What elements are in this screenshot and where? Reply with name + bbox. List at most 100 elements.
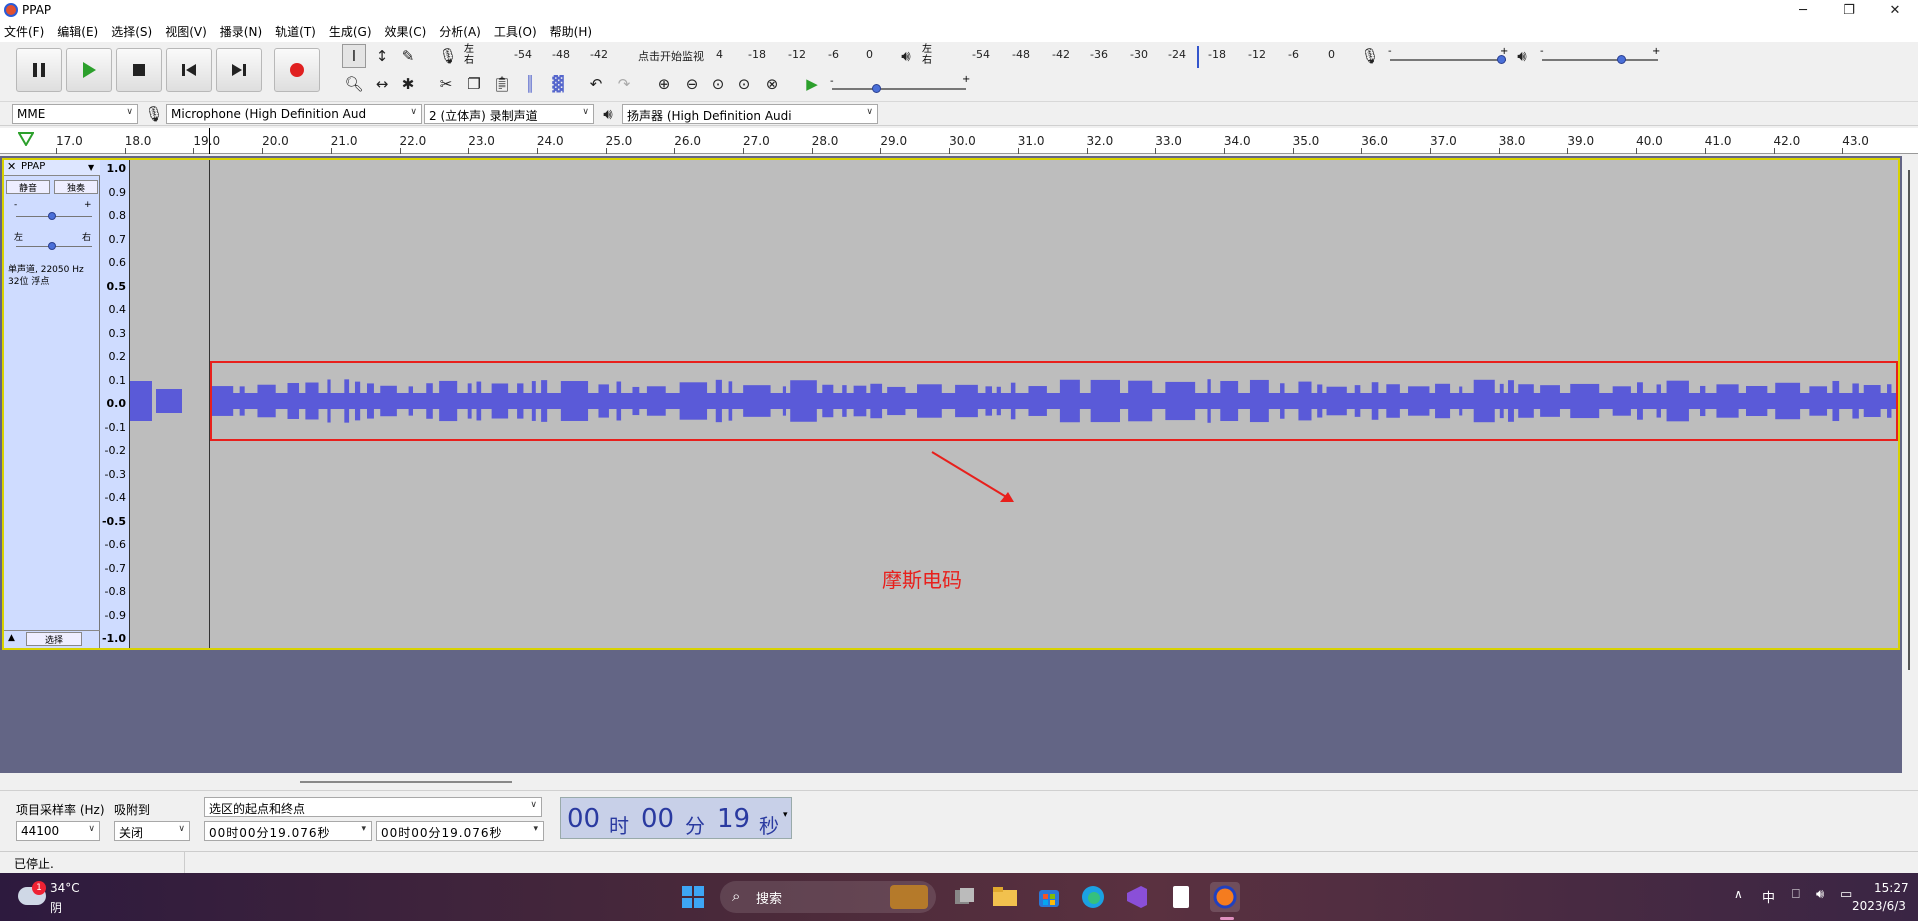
zoom-in-icon[interactable]: ⊕	[652, 72, 676, 96]
task-view-icon[interactable]	[950, 882, 980, 912]
battery-icon[interactable]: ▭	[1840, 887, 1852, 902]
project-rate-select[interactable]: 44100 ∨	[16, 821, 100, 841]
paste-icon[interactable]: 📋︎	[490, 72, 514, 96]
skip-start-button[interactable]	[166, 48, 212, 92]
recording-device-select[interactable]: Microphone (High Definition Aud ∨	[166, 104, 422, 124]
close-icon[interactable]: ✕	[1872, 0, 1918, 20]
time-format-chevron-icon[interactable]: ▾	[783, 810, 788, 820]
snap-to-select[interactable]: 关闭 ∨	[114, 821, 190, 841]
envelope-tool-icon[interactable]: ↕	[370, 44, 394, 68]
pause-button[interactable]	[16, 48, 62, 92]
audio-position-display[interactable]: 00 时 00 分 19 秒 ▾	[560, 797, 792, 839]
mixer-mic-icon: 🎙︎	[1360, 47, 1380, 65]
track-name[interactable]: PPAP	[21, 161, 45, 172]
ime-indicator[interactable]: 中	[1762, 887, 1775, 906]
stop-button[interactable]	[116, 48, 162, 92]
clock-time[interactable]: 15:27	[1874, 881, 1909, 895]
mute-button[interactable]: 静音	[6, 180, 50, 194]
weather-temp[interactable]: 34°C	[50, 881, 80, 895]
file-explorer-icon[interactable]	[990, 882, 1020, 912]
redo-icon[interactable]: ↷	[612, 72, 636, 96]
solo-button[interactable]: 独奏	[54, 180, 98, 194]
microphone-icon[interactable]: 🎙︎	[436, 44, 460, 68]
track-close-icon[interactable]: ✕	[7, 160, 16, 173]
track-area[interactable]: ✕ PPAP ▼ 静音 独奏 - + 左 右 单声道, 22050 Hz 32位…	[0, 156, 1902, 783]
fit-selection-icon[interactable]: ⊙	[706, 72, 730, 96]
play-volume-knob[interactable]	[1617, 55, 1626, 64]
timeshift-tool-icon[interactable]: ↔	[370, 72, 394, 96]
audio-host-select[interactable]: MME ∨	[12, 104, 138, 124]
play-button[interactable]	[66, 48, 112, 92]
restore-icon[interactable]: ❐	[1826, 0, 1872, 20]
cut-icon[interactable]: ✂	[434, 72, 458, 96]
weather-desc[interactable]: 阴	[50, 899, 62, 916]
selection-start-time[interactable]: 00时00分19.076秒 ▾	[204, 821, 372, 841]
notepad-icon[interactable]	[1166, 882, 1196, 912]
multi-tool-icon[interactable]: ✱	[396, 72, 420, 96]
ruler-tick-label: 35.0	[1292, 134, 1320, 148]
taskbar-search[interactable]: ⌕ 搜索	[720, 881, 936, 913]
track-header[interactable]: ✕ PPAP ▼	[4, 160, 100, 176]
play-at-speed-icon[interactable]: ▶	[800, 72, 824, 96]
vertical-scrollbar-thumb[interactable]	[1908, 170, 1910, 670]
selection-end-time[interactable]: 00时00分19.076秒 ▾	[376, 821, 544, 841]
play-meter-scale[interactable]: -54 -48 -42 -36 -30 -24 -18 -12 -6 0	[936, 48, 1336, 64]
highlight-box	[210, 361, 1898, 441]
horizontal-scrollbar[interactable]	[300, 781, 512, 783]
network-icon[interactable]: ⎕	[1792, 887, 1800, 902]
store-icon[interactable]	[1034, 882, 1064, 912]
recording-channels-select[interactable]: 2 (立体声) 录制声道 ∨	[424, 104, 594, 124]
draw-tool-icon[interactable]: ✎	[396, 44, 420, 68]
volume-icon[interactable]: 🔊︎	[1816, 887, 1824, 902]
fit-project-icon[interactable]: ⊙	[732, 72, 756, 96]
rec-volume-slider[interactable]	[1390, 59, 1506, 61]
pan-knob[interactable]	[48, 242, 56, 250]
record-button[interactable]	[274, 48, 320, 92]
copy-icon[interactable]: ❐	[462, 72, 486, 96]
windows-start-icon[interactable]	[678, 882, 708, 912]
gain-knob[interactable]	[48, 212, 56, 220]
menu-view[interactable]: 视图(V)	[165, 23, 207, 40]
undo-icon[interactable]: ↶	[584, 72, 608, 96]
track-menu-chevron-icon[interactable]: ▼	[88, 163, 94, 172]
play-speed-knob[interactable]	[872, 84, 881, 93]
tray-overflow-icon[interactable]: ∧	[1734, 887, 1743, 901]
vertical-scrollbar[interactable]	[1902, 156, 1918, 773]
menu-help[interactable]: 帮助(H)	[550, 23, 592, 40]
zoom-toggle-icon[interactable]: ⊗	[760, 72, 784, 96]
ruler-tick-mark	[1086, 148, 1088, 154]
menu-select[interactable]: 选择(S)	[111, 23, 152, 40]
speaker-icon[interactable]: 🔊︎	[894, 44, 918, 68]
audacity-taskbar-icon[interactable]	[1210, 882, 1240, 912]
menu-tools[interactable]: 工具(O)	[494, 23, 537, 40]
select-track-button[interactable]: 选择	[26, 632, 82, 646]
rec-volume-knob[interactable]	[1497, 55, 1506, 64]
play-volume-slider[interactable]	[1542, 59, 1658, 61]
collapse-icon[interactable]: ▲	[8, 633, 15, 643]
timeline-ruler[interactable]: 17.0 18.0 19.0 20.0 21.0 22.0 23.0 24.0 25.0 26.0…	[0, 128, 1918, 154]
skip-end-button[interactable]	[216, 48, 262, 92]
menu-file[interactable]: 文件(F)	[4, 23, 44, 40]
menu-transport[interactable]: 播录(N)	[220, 23, 262, 40]
menu-tracks[interactable]: 轨道(T)	[275, 23, 316, 40]
menu-effect[interactable]: 效果(C)	[385, 23, 427, 40]
trim-icon[interactable]: ║	[518, 72, 542, 96]
menu-analyze[interactable]: 分析(A)	[439, 23, 481, 40]
minimize-icon[interactable]: ─	[1780, 0, 1826, 20]
zoom-tool-icon[interactable]: 🔍︎	[342, 72, 366, 96]
selection-tool-icon[interactable]: I	[342, 44, 366, 68]
visual-studio-icon[interactable]	[1122, 882, 1152, 912]
clock-date[interactable]: 2023/6/3	[1852, 899, 1906, 913]
stop-icon	[133, 64, 145, 76]
menu-edit[interactable]: 编辑(E)	[57, 23, 98, 40]
selection-mode-select[interactable]: 选区的起点和终点 ∨	[204, 797, 542, 817]
silence-icon[interactable]: ▓	[546, 72, 570, 96]
waveform-area[interactable]: 摩斯电码	[130, 160, 1898, 648]
playback-device-select[interactable]: 扬声器 (High Definition Audi ∨	[622, 104, 878, 124]
menu-generate[interactable]: 生成(G)	[329, 23, 372, 40]
zoom-out-icon[interactable]: ⊖	[680, 72, 704, 96]
play-head-marker-icon[interactable]	[18, 132, 34, 146]
play-speed-slider[interactable]	[832, 88, 966, 90]
rec-meter-scale[interactable]: -54 -48 -42 点击开始监视 4 -18 -12 -6 0	[478, 48, 878, 64]
edge-icon[interactable]	[1078, 882, 1108, 912]
